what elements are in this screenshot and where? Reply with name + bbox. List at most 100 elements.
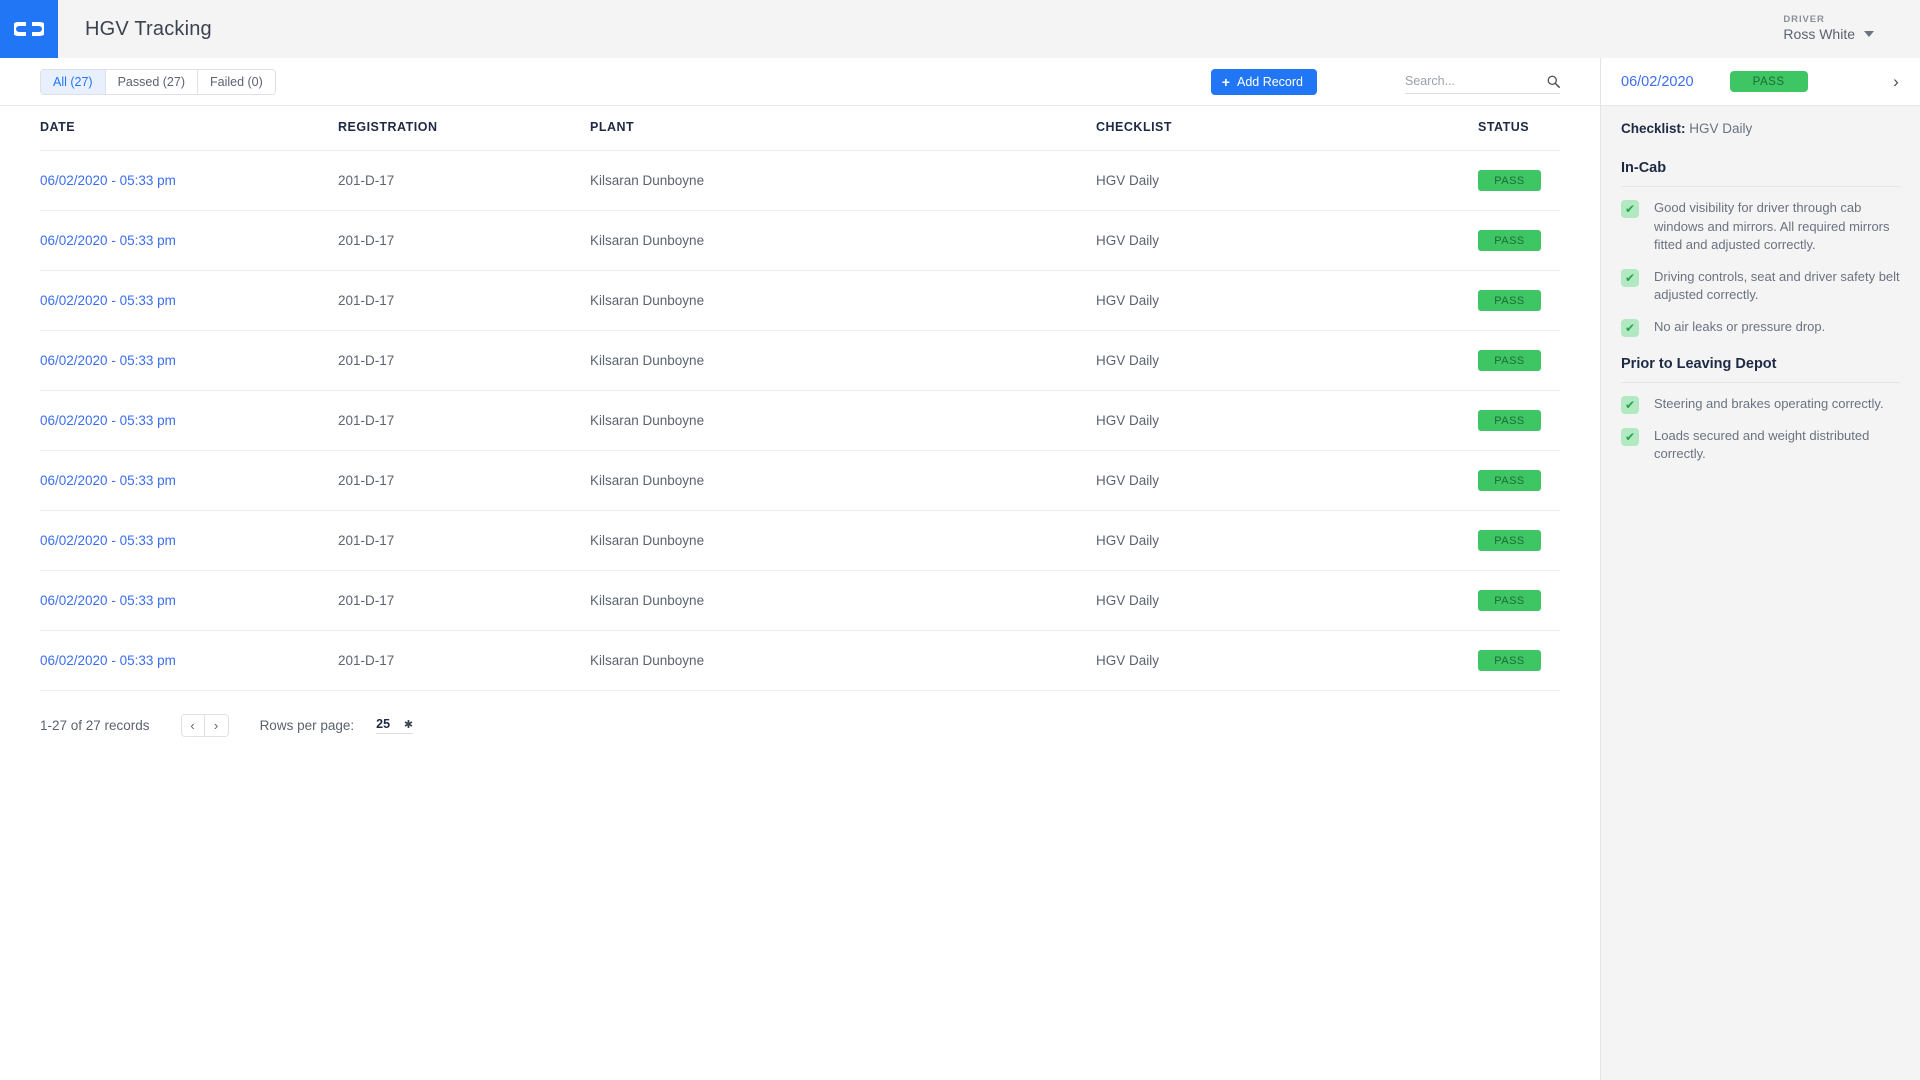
plus-icon: + xyxy=(1222,75,1230,89)
record-date-link[interactable]: 06/02/2020 - 05:33 pm xyxy=(40,173,176,188)
table-row[interactable]: 06/02/2020 - 05:33 pm 201-D-17Kilsaran Du… xyxy=(40,271,1560,331)
cell-registration: 201-D-17 xyxy=(338,571,590,631)
search-input[interactable] xyxy=(1405,74,1525,88)
checklist-item: ✔ Driving controls, seat and driver safet… xyxy=(1621,268,1900,305)
cell-plant: Kilsaran Dunboyne xyxy=(590,151,1096,211)
table-row[interactable]: 06/02/2020 - 05:33 pm 201-D-17Kilsaran Du… xyxy=(40,331,1560,391)
check-icon: ✔ xyxy=(1621,269,1639,287)
status-badge: PASS xyxy=(1478,470,1541,491)
record-date-link[interactable]: 06/02/2020 - 05:33 pm xyxy=(40,473,176,488)
cell-plant: Kilsaran Dunboyne xyxy=(590,391,1096,451)
panel-checklist-prefix: Checklist: xyxy=(1621,121,1686,136)
table-row[interactable]: 06/02/2020 - 05:33 pm201-D-17Kilsaran Du… xyxy=(40,451,1560,511)
column-header-registration: REGISTRATION xyxy=(338,106,590,151)
section-divider xyxy=(1621,382,1900,383)
cell-checklist: HGV Daily xyxy=(1096,211,1478,271)
table-body: 06/02/2020 - 05:33 pm201-D-17Kilsaran Du… xyxy=(40,151,1560,691)
table-row[interactable]: 06/02/2020 - 05:33 pm 201-D-17Kilsaran Du… xyxy=(40,151,1560,211)
close-panel-button[interactable]: › xyxy=(1872,58,1920,106)
record-date-link[interactable]: 06/02/2020 - 05:33 pm xyxy=(40,233,176,248)
tab-failed[interactable]: Failed (0) xyxy=(198,70,275,94)
record-date-link[interactable]: 06/02/2020 - 05:33 pm xyxy=(40,533,176,548)
cell-checklist: HGV Daily xyxy=(1096,511,1478,571)
record-date-link[interactable]: 06/02/2020 - 05:33 pm xyxy=(40,353,176,368)
tab-all[interactable]: All (27) xyxy=(41,70,106,94)
status-badge: PASS xyxy=(1478,590,1541,611)
panel-checklist-line: Checklist: HGV Daily xyxy=(1621,121,1900,136)
chain-link-logo-icon xyxy=(14,22,44,36)
rows-per-page-label: Rows per page: xyxy=(260,718,355,733)
cell-checklist: HGV Daily xyxy=(1096,571,1478,631)
add-record-button[interactable]: + Add Record xyxy=(1211,69,1317,95)
section-divider xyxy=(1621,186,1900,187)
panel-status-badge: PASS xyxy=(1730,71,1808,92)
chevron-down-icon: ✱ xyxy=(404,718,413,731)
cell-registration: 201-D-17 xyxy=(338,151,590,211)
cell-plant: Kilsaran Dunboyne xyxy=(590,271,1096,331)
previous-page-button[interactable]: ‹ xyxy=(182,715,205,736)
checklist-item: ✔Steering and brakes operating correctly… xyxy=(1621,395,1900,414)
rows-per-page-select[interactable]: 25 ✱ xyxy=(376,717,413,734)
status-badge: PASS xyxy=(1478,230,1541,251)
table-row[interactable]: 06/02/2020 - 05:33 pm 201-D-17Kilsaran Du… xyxy=(40,631,1560,691)
app-logo[interactable] xyxy=(0,0,58,58)
check-icon: ✔ xyxy=(1621,200,1639,218)
record-date-link[interactable]: 06/02/2020 - 05:33 pm xyxy=(40,593,176,608)
toolbar: All (27) Passed (27) Failed (0) + Add Re… xyxy=(0,58,1600,106)
column-header-date: DATE xyxy=(40,106,338,151)
chevron-down-icon xyxy=(1864,31,1874,37)
record-detail-panel: 06/02/2020 PASS › Checklist: HGV Daily I… xyxy=(1600,58,1920,1080)
driver-name: Ross White xyxy=(1783,26,1855,42)
cell-registration: 201-D-17 xyxy=(338,211,590,271)
status-badge: PASS xyxy=(1478,290,1541,311)
table-row[interactable]: 06/02/2020 - 05:33 pm 201-D-17Kilsaran Du… xyxy=(40,571,1560,631)
add-record-label: Add Record xyxy=(1237,75,1303,89)
cell-registration: 201-D-17 xyxy=(338,631,590,691)
check-icon: ✔ xyxy=(1621,428,1639,446)
check-icon: ✔ xyxy=(1621,319,1639,337)
app-header: HGV Tracking DRIVER Ross White xyxy=(0,0,1920,58)
checklist-sections: In-Cab ✔Good visibility for driver throug… xyxy=(1621,160,1900,464)
driver-label: DRIVER xyxy=(1783,15,1824,26)
filter-tabs: All (27) Passed (27) Failed (0) xyxy=(40,69,276,95)
cell-checklist: HGV Daily xyxy=(1096,631,1478,691)
panel-checklist-name: HGV Daily xyxy=(1689,121,1752,136)
record-date-link[interactable]: 06/02/2020 - 05:33 pm xyxy=(40,293,176,308)
search-icon[interactable] xyxy=(1547,75,1560,88)
checklist-item-text: Loads secured and weight distributed cor… xyxy=(1654,427,1900,464)
driver-selector[interactable]: DRIVER Ross White xyxy=(1783,15,1874,42)
cell-plant: Kilsaran Dunboyne xyxy=(590,331,1096,391)
panel-record-date[interactable]: 06/02/2020 xyxy=(1621,74,1694,90)
cell-registration: 201-D-17 xyxy=(338,451,590,511)
table-row[interactable]: 06/02/2020 - 05:33 pm 201-D-17Kilsaran Du… xyxy=(40,211,1560,271)
records-table: DATE REGISTRATION PLANT CHECKLIST STATUS… xyxy=(40,106,1560,691)
pager-controls: ‹ › xyxy=(181,714,229,737)
table-row[interactable]: 06/02/2020 - 05:33 pm201-D-17Kilsaran Du… xyxy=(40,391,1560,451)
status-badge: PASS xyxy=(1478,170,1541,191)
page-title: HGV Tracking xyxy=(85,18,212,41)
cell-plant: Kilsaran Dunboyne xyxy=(590,631,1096,691)
table-row[interactable]: 06/02/2020 - 05:33 pm201-D-17Kilsaran Du… xyxy=(40,511,1560,571)
cell-registration: 201-D-17 xyxy=(338,331,590,391)
records-table-area: DATE REGISTRATION PLANT CHECKLIST STATUS… xyxy=(0,106,1600,1080)
tab-passed[interactable]: Passed (27) xyxy=(106,70,198,94)
section-title: Prior to Leaving Depot xyxy=(1621,356,1900,372)
search-field[interactable] xyxy=(1405,70,1560,94)
section-title: In-Cab xyxy=(1621,160,1900,176)
rows-per-page-value: 25 xyxy=(376,717,390,731)
pagination: 1-27 of 27 records ‹ › Rows per page: 25… xyxy=(40,714,1560,737)
cell-plant: Kilsaran Dunboyne xyxy=(590,571,1096,631)
checklist-item-text: Driving controls, seat and driver safety… xyxy=(1654,268,1900,305)
checklist-item: ✔ Loads secured and weight distributed co… xyxy=(1621,427,1900,464)
cell-registration: 201-D-17 xyxy=(338,271,590,331)
column-header-status: STATUS xyxy=(1478,106,1560,151)
checklist-item: ✔Good visibility for driver through cab … xyxy=(1621,199,1900,255)
record-date-link[interactable]: 06/02/2020 - 05:33 pm xyxy=(40,413,176,428)
checklist-item-text: No air leaks or pressure drop. xyxy=(1654,318,1825,337)
table-header-row: DATE REGISTRATION PLANT CHECKLIST STATUS xyxy=(40,106,1560,151)
cell-plant: Kilsaran Dunboyne xyxy=(590,211,1096,271)
status-badge: PASS xyxy=(1478,530,1541,551)
next-page-button[interactable]: › xyxy=(205,715,228,736)
record-date-link[interactable]: 06/02/2020 - 05:33 pm xyxy=(40,653,176,668)
status-badge: PASS xyxy=(1478,410,1541,431)
